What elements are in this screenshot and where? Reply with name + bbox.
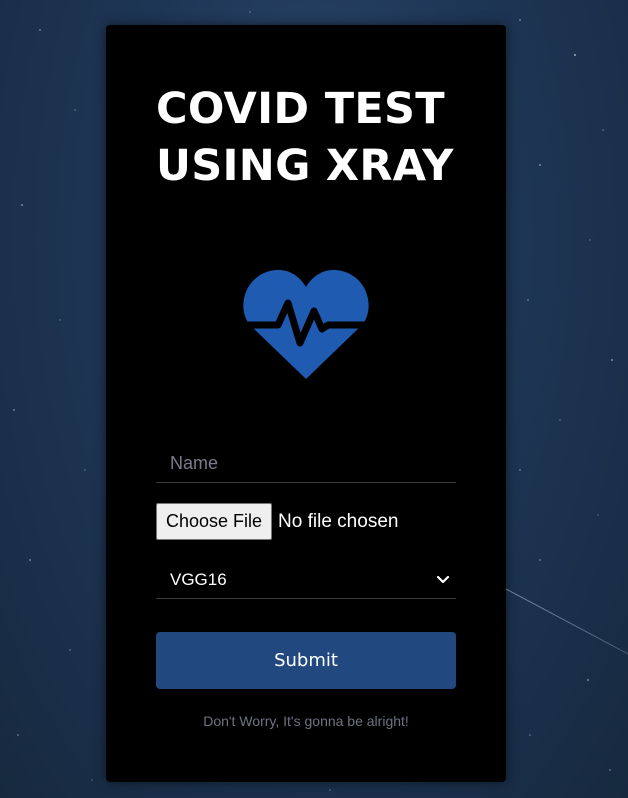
page-title: COVID TEST USING XRAY xyxy=(156,81,476,195)
title-line-2: USING XRAY xyxy=(156,141,454,191)
file-picker: Choose File No file chosen xyxy=(156,503,398,540)
title-line-1: COVID TEST xyxy=(156,84,445,134)
test-card: COVID TEST USING XRAY Choose File No fil… xyxy=(106,25,506,782)
model-select[interactable]: VGG16 xyxy=(156,561,456,599)
heart-pulse-icon xyxy=(240,267,372,379)
submit-button[interactable]: Submit xyxy=(156,632,456,689)
reassurance-note: Don't Worry, It's gonna be alright! xyxy=(203,713,409,729)
shooting-star-streak xyxy=(504,588,628,660)
name-input[interactable] xyxy=(156,445,456,483)
file-status-text: No file chosen xyxy=(278,510,399,532)
chevron-down-icon xyxy=(436,570,450,589)
model-select-value: VGG16 xyxy=(170,569,227,589)
choose-file-button[interactable]: Choose File xyxy=(156,503,273,540)
